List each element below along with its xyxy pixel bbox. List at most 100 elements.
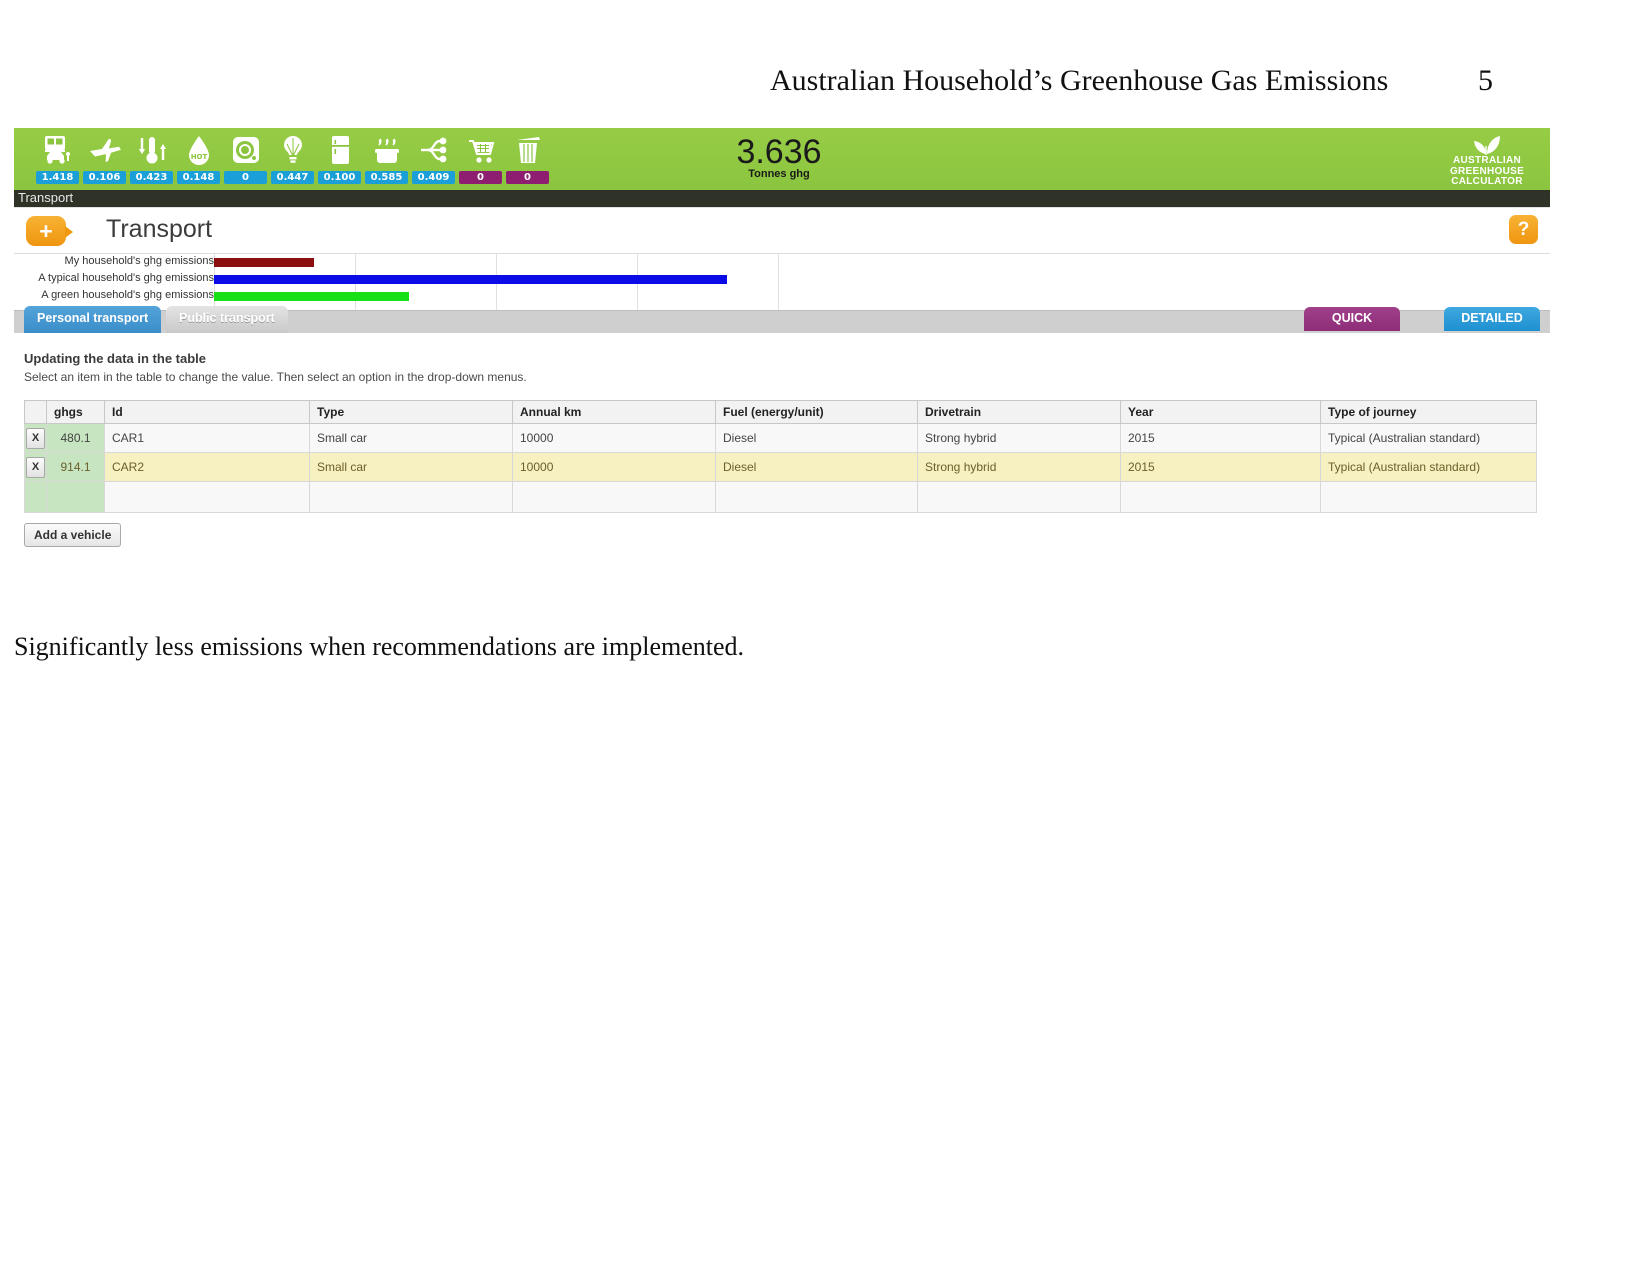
- row-annual-km[interactable]: 10000: [512, 452, 716, 482]
- table-header-drivetrain: Drivetrain: [917, 400, 1121, 424]
- row-year[interactable]: [1120, 481, 1321, 513]
- category-value: 0.447: [271, 171, 314, 184]
- delete-row-button[interactable]: X: [26, 456, 45, 478]
- breadcrumb-bar: Transport: [14, 190, 1550, 207]
- row-fuel[interactable]: [715, 481, 918, 513]
- bus-car-icon: [41, 130, 75, 170]
- vehicles-table-wrapper: ghgs Id Type Annual km Fuel (energy/unit…: [24, 400, 1537, 513]
- chart-bar-my-household: [214, 258, 314, 267]
- row-annual-km[interactable]: [512, 481, 716, 513]
- row-journey[interactable]: Typical (Australian standard): [1320, 423, 1537, 453]
- vehicles-table[interactable]: ghgs Id Type Annual km Fuel (energy/unit…: [24, 400, 1537, 513]
- category-value: 0: [506, 171, 549, 184]
- row-id[interactable]: CAR1: [104, 423, 310, 453]
- category-value: 0.423: [130, 171, 173, 184]
- table-header-row: ghgs Id Type Annual km Fuel (energy/unit…: [24, 400, 1537, 424]
- category-appliances[interactable]: 0.409: [410, 130, 457, 184]
- panel-title: Transport: [106, 215, 213, 243]
- add-section-button[interactable]: +: [26, 216, 73, 246]
- document-header: Australian Household’s Greenhouse Gas Em…: [0, 64, 1650, 112]
- category-cooking[interactable]: 0.585: [363, 130, 410, 184]
- logo-line-1: AUSTRALIAN: [1453, 155, 1521, 166]
- breadcrumb: Transport: [18, 190, 74, 205]
- row-journey[interactable]: Typical (Australian standard): [1320, 452, 1537, 482]
- mode-detailed-button[interactable]: DETAILED: [1444, 307, 1540, 331]
- category-value: 0.106: [83, 171, 126, 184]
- row-year[interactable]: 2015: [1120, 423, 1321, 453]
- category-icon-bar[interactable]: 1.418 0.106 0.423 HOT 0.148 0 0.447 0.10…: [34, 130, 551, 184]
- row-ghgs: [46, 481, 105, 513]
- page-title: Australian Household’s Greenhouse Gas Em…: [770, 64, 1389, 97]
- app-top-bar: 1.418 0.106 0.423 HOT 0.148 0 0.447 0.10…: [14, 128, 1550, 190]
- row-type[interactable]: [309, 481, 513, 513]
- category-airplane[interactable]: 0.106: [81, 130, 128, 184]
- category-lighting[interactable]: 0.447: [269, 130, 316, 184]
- washing-machine-icon: [229, 130, 263, 170]
- category-shopping[interactable]: 0: [457, 130, 504, 184]
- table-row-empty[interactable]: [24, 481, 1537, 513]
- category-heating-cooling[interactable]: 0.423: [128, 130, 175, 184]
- category-value: 0: [224, 171, 267, 184]
- table-header-delete: [24, 400, 47, 424]
- power-plugs-icon: [417, 130, 451, 170]
- airplane-icon: [88, 130, 122, 170]
- thermometer-icon: [135, 130, 169, 170]
- slide-caption: Significantly less emissions when recomm…: [14, 632, 745, 661]
- cooking-pot-icon: [370, 130, 404, 170]
- category-value: 0: [459, 171, 502, 184]
- category-refrigeration[interactable]: 0.100: [316, 130, 363, 184]
- greenhouse-calculator-app: 1.418 0.106 0.423 HOT 0.148 0 0.447 0.10…: [14, 128, 1550, 576]
- chart-row-my-household: My household's ghg emissions: [14, 254, 1550, 271]
- app-logo: AUSTRALIAN GREENHOUSE CALCULATOR: [1432, 134, 1542, 188]
- row-annual-km[interactable]: 10000: [512, 423, 716, 453]
- table-header-annual-km: Annual km: [512, 400, 716, 424]
- shopping-trolley-icon: [464, 130, 498, 170]
- table-row[interactable]: X 914.1 CAR2 Small car 10000 Diesel Stro…: [24, 452, 1537, 482]
- row-fuel[interactable]: Diesel: [715, 452, 918, 482]
- category-value: 0.409: [412, 171, 455, 184]
- row-journey[interactable]: [1320, 481, 1537, 513]
- row-ghgs: 914.1: [46, 452, 105, 482]
- table-header-fuel: Fuel (energy/unit): [715, 400, 918, 424]
- chart-bar-typical-household: [214, 275, 727, 284]
- light-bulb-icon: [276, 130, 310, 170]
- tab-public-transport[interactable]: Public transport: [166, 306, 288, 333]
- chart-label: My household's ghg emissions: [64, 255, 214, 267]
- panel-header: + Transport ?: [14, 208, 1550, 254]
- row-type[interactable]: Small car: [309, 423, 513, 453]
- emissions-comparison-chart: My household's ghg emissions A typical h…: [14, 254, 1550, 310]
- table-header-year: Year: [1120, 400, 1321, 424]
- fridge-icon: [323, 130, 357, 170]
- row-delete-cell[interactable]: X: [24, 423, 47, 453]
- mode-quick-button[interactable]: QUICK: [1304, 307, 1400, 331]
- row-delete-cell: [24, 481, 47, 513]
- category-value: 0.100: [318, 171, 361, 184]
- category-washing[interactable]: 0: [222, 130, 269, 184]
- category-value: 0.148: [177, 171, 220, 184]
- add-vehicle-button[interactable]: Add a vehicle: [24, 523, 122, 547]
- row-year[interactable]: 2015: [1120, 452, 1321, 482]
- delete-row-button[interactable]: X: [26, 427, 45, 449]
- row-delete-cell[interactable]: X: [24, 452, 47, 482]
- row-id[interactable]: [104, 481, 310, 513]
- row-fuel[interactable]: Diesel: [715, 423, 918, 453]
- category-bus-car[interactable]: 1.418: [34, 130, 81, 184]
- total-emissions: 3.636 Tonnes ghg: [654, 134, 904, 180]
- category-hot-water[interactable]: HOT 0.148: [175, 130, 222, 184]
- tab-personal-transport[interactable]: Personal transport: [24, 306, 162, 333]
- total-emissions-unit: Tonnes ghg: [748, 168, 810, 180]
- category-value: 0.585: [365, 171, 408, 184]
- leaf-icon: [1432, 134, 1542, 156]
- table-header-type: Type: [309, 400, 513, 424]
- row-drivetrain[interactable]: [917, 481, 1121, 513]
- chart-label: A green household's ghg emissions: [41, 289, 214, 301]
- table-header-id: Id: [104, 400, 310, 424]
- row-drivetrain[interactable]: Strong hybrid: [917, 452, 1121, 482]
- row-type[interactable]: Small car: [309, 452, 513, 482]
- row-drivetrain[interactable]: Strong hybrid: [917, 423, 1121, 453]
- row-id[interactable]: CAR2: [104, 452, 310, 482]
- category-waste[interactable]: 0: [504, 130, 551, 184]
- chart-row-typical-household: A typical household's ghg emissions: [14, 271, 1550, 288]
- table-row[interactable]: X 480.1 CAR1 Small car 10000 Diesel Stro…: [24, 423, 1537, 453]
- help-button[interactable]: ?: [1509, 215, 1538, 244]
